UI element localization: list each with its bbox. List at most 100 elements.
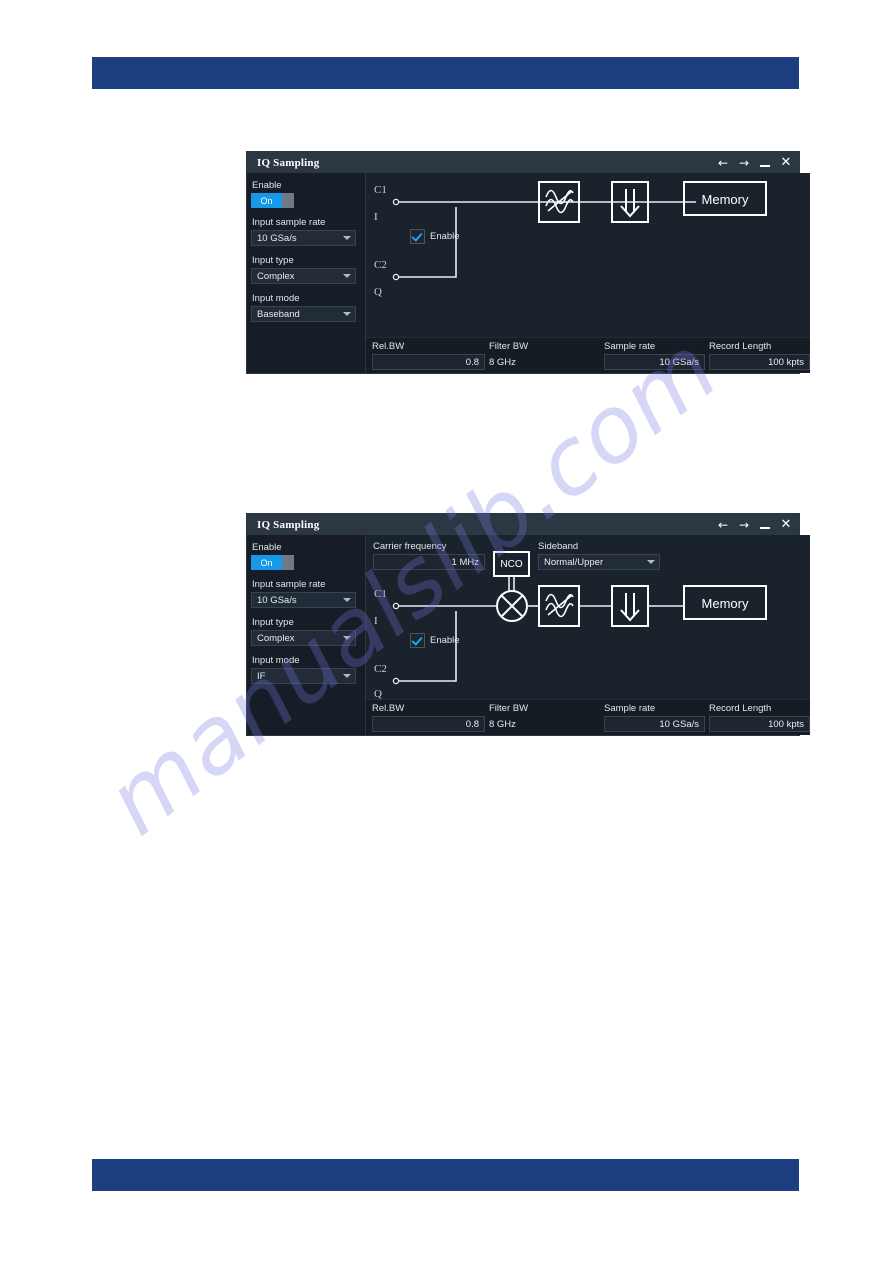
rel-bw-value[interactable]: 0.8 <box>372 716 485 732</box>
chevron-down-icon <box>343 274 351 278</box>
page-header-bar <box>92 57 799 89</box>
iq-enable-checkbox[interactable]: Enable <box>410 229 460 244</box>
sample-rate-field[interactable]: Sample rate 10 GSa/s <box>598 703 705 732</box>
record-length-value[interactable]: 100 kpts <box>709 716 810 732</box>
close-icon[interactable]: ✕ <box>780 518 792 531</box>
rel-bw-field[interactable]: Rel.BW 0.8 <box>366 703 485 732</box>
settings-sidebar: Enable On Input sample rate 10 GSa/s Inp… <box>247 535 365 735</box>
sample-rate-value[interactable]: 10 GSa/s <box>604 354 705 370</box>
input-mode-dropdown[interactable]: Baseband <box>251 306 356 322</box>
input-type-label: Input type <box>252 617 294 628</box>
svg-text:Q: Q <box>374 688 382 699</box>
input-mode-label: Input mode <box>252 293 300 304</box>
input-sample-rate-dropdown[interactable]: 10 GSa/s <box>251 592 356 608</box>
svg-text:C2: C2 <box>374 663 387 675</box>
iq-enable-checkbox-label: Enable <box>430 231 460 242</box>
iq-enable-checkbox[interactable]: Enable <box>410 633 460 648</box>
iq-sampling-dialog-baseband[interactable]: IQ Sampling ← → ✕ Enable On Input sample… <box>246 151 810 374</box>
filter-bw-value: 8 GHz <box>489 718 516 730</box>
forward-arrow-icon[interactable]: → <box>738 157 750 169</box>
dialog-title: IQ Sampling <box>257 156 320 169</box>
chevron-down-icon <box>647 560 655 564</box>
minimize-icon[interactable] <box>759 519 771 531</box>
sideband-label: Sideband <box>538 541 579 552</box>
record-length-label: Record Length <box>709 703 772 714</box>
input-type-label: Input type <box>252 255 294 266</box>
svg-text:I: I <box>374 211 378 223</box>
input-type-dropdown[interactable]: Complex <box>251 630 356 646</box>
sample-rate-label: Sample rate <box>604 703 656 714</box>
sample-rate-value[interactable]: 10 GSa/s <box>604 716 705 732</box>
chevron-down-icon <box>343 674 351 678</box>
check-icon <box>410 229 425 244</box>
input-sample-rate-label: Input sample rate <box>252 217 326 228</box>
chevron-down-icon <box>343 598 351 602</box>
record-length-label: Record Length <box>709 341 772 352</box>
dialog-title: IQ Sampling <box>257 518 320 531</box>
minimize-icon[interactable] <box>759 157 771 169</box>
svg-text:I: I <box>374 615 378 627</box>
svg-text:C1: C1 <box>374 184 387 196</box>
dialog-body: Enable On Input sample rate 10 GSa/s Inp… <box>247 535 810 735</box>
dialog-body: Enable On Input sample rate 10 GSa/s Inp… <box>247 173 810 373</box>
rel-bw-value[interactable]: 0.8 <box>372 354 485 370</box>
carrier-frequency-value[interactable]: 1 MHz <box>373 554 485 570</box>
input-sample-rate-value: 10 GSa/s <box>257 232 297 244</box>
record-length-field[interactable]: Record Length 100 kpts <box>705 341 810 370</box>
svg-text:C1: C1 <box>374 588 387 600</box>
modulation-controls-row: Carrier frequency 1 MHz NCO Sideband Nor… <box>366 535 810 577</box>
close-icon[interactable]: ✕ <box>780 156 792 169</box>
record-length-field[interactable]: Record Length 100 kpts <box>705 703 810 732</box>
enable-toggle[interactable]: On <box>251 193 294 208</box>
check-icon <box>410 633 425 648</box>
input-sample-rate-label: Input sample rate <box>252 579 326 590</box>
svg-text:C2: C2 <box>374 259 387 271</box>
signal-path-panel: Carrier frequency 1 MHz NCO Sideband Nor… <box>365 535 810 735</box>
enable-toggle-knob <box>282 555 294 570</box>
chevron-down-icon <box>343 236 351 240</box>
svg-text:Memory: Memory <box>702 596 749 611</box>
enable-toggle-knob <box>282 193 294 208</box>
iq-enable-checkbox-label: Enable <box>430 635 460 646</box>
window-buttons[interactable]: ← → ✕ <box>717 156 792 169</box>
enable-toggle[interactable]: On <box>251 555 294 570</box>
filter-bw-field: Filter BW 8 GHz <box>485 703 598 732</box>
svg-text:Q: Q <box>374 286 382 298</box>
sample-rate-field[interactable]: Sample rate 10 GSa/s <box>598 341 705 370</box>
input-sample-rate-value: 10 GSa/s <box>257 594 297 606</box>
enable-toggle-state: On <box>251 555 282 570</box>
sideband-value: Normal/Upper <box>544 556 604 568</box>
status-strip: Rel.BW 0.8 Filter BW 8 GHz Sample rate 1… <box>366 699 810 735</box>
chevron-down-icon <box>343 636 351 640</box>
input-type-value: Complex <box>257 632 295 644</box>
filter-bw-value: 8 GHz <box>489 356 516 368</box>
window-buttons[interactable]: ← → ✕ <box>717 518 792 531</box>
dialog-titlebar[interactable]: IQ Sampling ← → ✕ <box>247 514 799 535</box>
input-mode-dropdown[interactable]: IF <box>251 668 356 684</box>
rel-bw-label: Rel.BW <box>372 703 405 714</box>
dialog-titlebar[interactable]: IQ Sampling ← → ✕ <box>247 152 799 173</box>
record-length-value[interactable]: 100 kpts <box>709 354 810 370</box>
carrier-frequency-field[interactable]: Carrier frequency 1 MHz <box>373 541 485 570</box>
svg-text:Memory: Memory <box>702 192 749 207</box>
sideband-field[interactable]: Sideband Normal/Upper <box>538 541 660 570</box>
input-sample-rate-dropdown[interactable]: 10 GSa/s <box>251 230 356 246</box>
status-strip: Rel.BW 0.8 Filter BW 8 GHz Sample rate 1… <box>366 337 810 373</box>
enable-toggle-state: On <box>251 193 282 208</box>
enable-label: Enable <box>252 180 282 191</box>
iq-sampling-dialog-if[interactable]: IQ Sampling ← → ✕ Enable On Input sample… <box>246 513 810 736</box>
back-arrow-icon[interactable]: ← <box>717 519 729 531</box>
rel-bw-field[interactable]: Rel.BW 0.8 <box>366 341 485 370</box>
sideband-dropdown[interactable]: Normal/Upper <box>538 554 660 570</box>
filter-bw-label: Filter BW <box>489 703 529 714</box>
page-footer-bar <box>92 1159 799 1191</box>
forward-arrow-icon[interactable]: → <box>738 519 750 531</box>
filter-bw-label: Filter BW <box>489 341 529 352</box>
carrier-frequency-label: Carrier frequency <box>373 541 447 552</box>
chevron-down-icon <box>343 312 351 316</box>
input-mode-value: IF <box>257 670 266 682</box>
back-arrow-icon[interactable]: ← <box>717 157 729 169</box>
input-type-dropdown[interactable]: Complex <box>251 268 356 284</box>
sample-rate-label: Sample rate <box>604 341 656 352</box>
input-mode-value: Baseband <box>257 308 300 320</box>
